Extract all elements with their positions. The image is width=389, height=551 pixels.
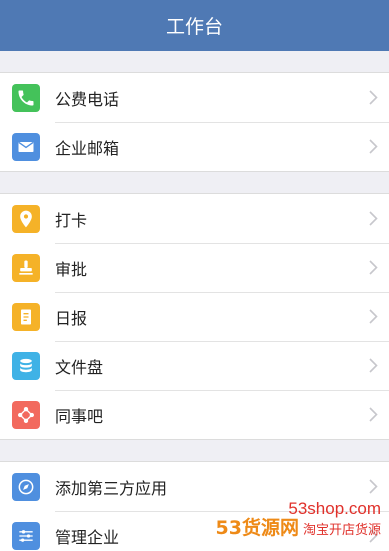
menu-item-label: 添加第三方应用 <box>55 478 168 498</box>
menu-item-label: 文件盘 <box>55 357 104 377</box>
chevron-right-icon <box>367 90 379 106</box>
watermark: 53shop.com 53货源网 淘宝开店货源 <box>216 500 381 541</box>
watermark-site: 53shop.com <box>288 499 381 518</box>
chevron-right-icon <box>367 211 379 227</box>
menu-item-public-phone[interactable]: 公费电话 <box>0 73 389 122</box>
menu-group-communication: 公费电话 企业邮箱 <box>0 72 389 172</box>
menu-item-label: 日报 <box>55 308 88 328</box>
menu-item-colleague-bar[interactable]: 同事吧 <box>0 390 389 439</box>
page-title: 工作台 <box>165 16 223 38</box>
chevron-right-icon <box>367 407 379 423</box>
stamp-icon <box>12 253 40 282</box>
watermark-brand-line: 53货源网 淘宝开店货源 <box>216 518 381 541</box>
phone-icon <box>12 83 40 112</box>
menu-item-check-in[interactable]: 打卡 <box>0 194 389 243</box>
mail-icon <box>12 132 40 161</box>
menu-item-file-disk[interactable]: 文件盘 <box>0 341 389 390</box>
menu-item-approval[interactable]: 审批 <box>0 243 389 292</box>
watermark-tagline: 淘宝开店货源 <box>302 523 381 538</box>
watermark-brand: 53货源网 <box>215 517 299 539</box>
chevron-right-icon <box>367 358 379 374</box>
sliders-icon <box>12 521 40 550</box>
database-icon <box>12 351 40 380</box>
location-pin-icon <box>12 204 40 233</box>
menu-item-enterprise-mail[interactable]: 企业邮箱 <box>0 122 389 171</box>
chevron-right-icon <box>367 260 379 276</box>
chevron-right-icon <box>367 309 379 325</box>
menu-item-label: 企业邮箱 <box>55 138 120 158</box>
menu-item-label: 审批 <box>55 259 88 279</box>
report-icon <box>12 302 40 331</box>
menu-item-daily-report[interactable]: 日报 <box>0 292 389 341</box>
menu-group-work: 打卡 审批 日报 文件盘 同事吧 <box>0 193 389 440</box>
compass-icon <box>12 472 40 501</box>
chevron-right-icon <box>367 139 379 155</box>
menu-item-label: 同事吧 <box>55 406 104 426</box>
menu-item-label: 公费电话 <box>55 89 120 109</box>
header-bar: 工作台 <box>0 0 389 51</box>
menu-item-label: 打卡 <box>55 210 88 230</box>
network-icon <box>12 400 40 429</box>
chevron-right-icon <box>367 479 379 495</box>
